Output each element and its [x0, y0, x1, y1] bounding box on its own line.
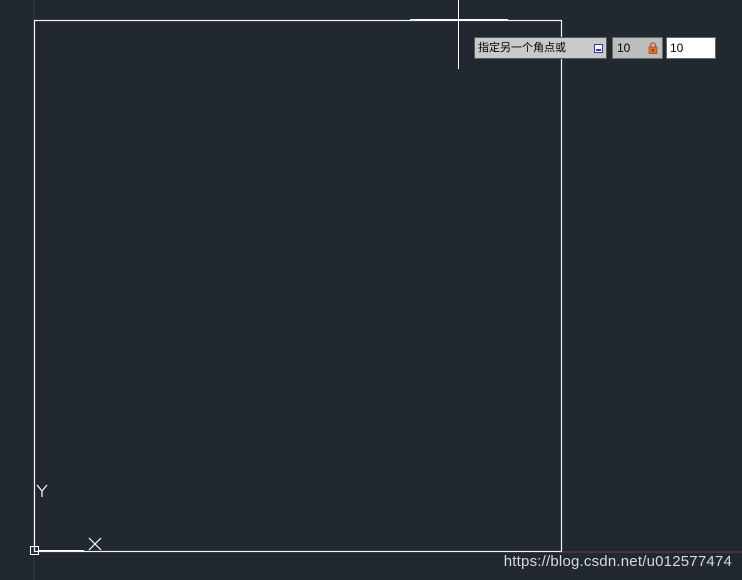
- dynamic-input-prompt[interactable]: 指定另一个角点或: [474, 37, 607, 59]
- second-dimension-input[interactable]: 10: [666, 37, 716, 59]
- drawn-rectangle[interactable]: [33, 19, 563, 553]
- drawing-area[interactable]: [0, 0, 742, 580]
- ucs-y-label: [36, 484, 48, 497]
- dropdown-arrow-icon[interactable]: [594, 44, 603, 53]
- prompt-label: 指定另一个角点或: [478, 41, 566, 54]
- lock-icon: [648, 42, 658, 54]
- drawing-canvas[interactable]: 指定另一个角点或 10 10 https://blog.csdn.net/u01…: [0, 0, 742, 580]
- first-dimension-value: 10: [617, 41, 631, 55]
- watermark-text: https://blog.csdn.net/u012577474: [503, 553, 732, 570]
- second-dimension-value: 10: [670, 41, 684, 55]
- ucs-x-label: [88, 537, 102, 551]
- ucs-icon: [30, 484, 102, 555]
- first-dimension-field[interactable]: 10: [612, 37, 663, 59]
